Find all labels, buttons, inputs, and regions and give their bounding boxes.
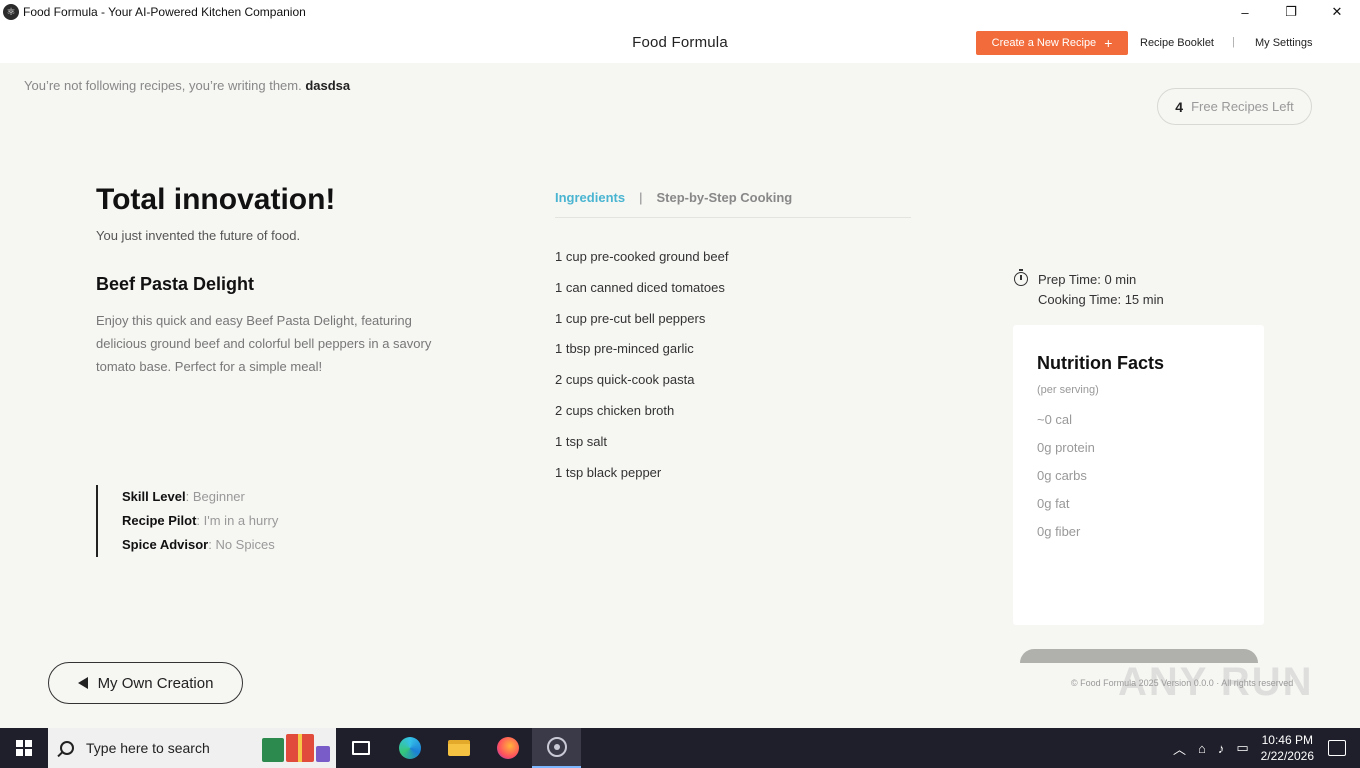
- taskbar-search[interactable]: Type here to search: [48, 728, 336, 768]
- volume-icon[interactable]: ♪: [1218, 741, 1225, 756]
- ingredient-item: 1 cup pre-cut bell peppers: [555, 310, 706, 326]
- taskbar-clock[interactable]: 10:46 PM 2/22/2026: [1261, 732, 1314, 764]
- notification-icon[interactable]: [1328, 740, 1346, 756]
- my-own-creation-button[interactable]: My Own Creation: [48, 662, 243, 704]
- explorer-taskbar-button[interactable]: [434, 728, 483, 768]
- edge-icon: [398, 737, 421, 759]
- ingredient-item: 1 tsp black pepper: [555, 464, 662, 480]
- meta-skill-level: Skill Level: Beginner: [122, 489, 245, 504]
- nav-my-settings[interactable]: My Settings: [1255, 37, 1312, 49]
- nutrition-item: 0g carbs: [1037, 468, 1087, 483]
- nutrition-item: 0g fiber: [1037, 524, 1081, 539]
- recipe-meta: Skill Level: Beginner Recipe Pilot: I'm …: [96, 485, 278, 557]
- back-button-label: My Own Creation: [97, 674, 214, 692]
- tagline: You’re not following recipes, you’re wri…: [24, 78, 350, 93]
- network-icon[interactable]: ⌂: [1198, 741, 1206, 756]
- ingredients-list: 1 cup pre-cooked ground beef 1 can canne…: [555, 247, 728, 493]
- nutrition-item: ~0 cal: [1037, 412, 1073, 427]
- ingredient-item: 2 cups quick-cook pasta: [555, 372, 695, 388]
- ingredient-item: 1 tsp salt: [555, 433, 608, 449]
- tab-ingredients[interactable]: Ingredients: [555, 190, 625, 217]
- result-headline: Total innovation!: [96, 183, 336, 216]
- nav-separator: |: [1232, 36, 1235, 48]
- meta-recipe-pilot: Recipe Pilot: I'm in a hurry: [122, 513, 279, 528]
- nutrition-item: 0g fat: [1037, 496, 1070, 511]
- window-title: Food Formula - Your AI-Powered Kitchen C…: [23, 5, 306, 19]
- display-icon[interactable]: ▭: [1236, 740, 1248, 756]
- clock-date: 2/22/2026: [1260, 749, 1314, 763]
- recipe-tabs: Ingredients | Step-by-Step Cooking: [555, 190, 911, 218]
- result-subheadline: You just invented the future of food.: [96, 228, 301, 243]
- window-titlebar: ⚛ Food Formula - Your AI-Powered Kitchen…: [0, 0, 1360, 24]
- task-view-icon: [351, 741, 370, 755]
- search-icon: [60, 741, 74, 755]
- folder-icon: [447, 740, 470, 756]
- ingredient-item: 1 can canned diced tomatoes: [555, 279, 725, 295]
- edge-taskbar-button[interactable]: [385, 728, 434, 768]
- username: dasdsa: [305, 78, 351, 93]
- windows-taskbar: Type here to search ︿ ⌂ ♪ ▭ 10:46 PM 2/2…: [0, 728, 1360, 768]
- recipe-description: Enjoy this quick and easy Beef Pasta Del…: [96, 313, 432, 374]
- system-tray: ︿ ⌂ ♪ ▭ 10:46 PM 2/22/2026: [1167, 728, 1360, 768]
- minimize-button[interactable]: –: [1222, 0, 1268, 24]
- tab-step-by-step[interactable]: Step-by-Step Cooking: [656, 190, 792, 217]
- close-button[interactable]: ✕: [1314, 0, 1360, 24]
- create-recipe-button[interactable]: Create a New Recipe +: [976, 31, 1128, 55]
- recipe-name: Beef Pasta Delight: [96, 274, 255, 294]
- electron-app-icon: [546, 737, 567, 757]
- firefox-icon: [496, 737, 519, 759]
- nutrition-card: Nutrition Facts (per serving) ~0 cal 0g …: [1013, 325, 1264, 625]
- create-recipe-label: Create a New Recipe: [991, 37, 1097, 49]
- ingredient-item: 1 tbsp pre-minced garlic: [555, 341, 694, 357]
- ingredient-item: 2 cups chicken broth: [555, 402, 675, 418]
- start-button[interactable]: [0, 728, 48, 768]
- tagline-text: You’re not following recipes, you’re wri…: [24, 78, 302, 93]
- free-recipes-label: Free Recipes Left: [1191, 99, 1294, 114]
- tab-separator: |: [639, 190, 643, 205]
- nutrition-list: ~0 cal 0g protein 0g carbs 0g fat 0g fib…: [1037, 410, 1240, 550]
- free-recipes-badge: 4 Free Recipes Left: [1157, 88, 1312, 125]
- tray-chevron-icon[interactable]: ︿: [1173, 739, 1186, 758]
- maximize-button[interactable]: ❐: [1268, 0, 1314, 24]
- firefox-taskbar-button[interactable]: [483, 728, 532, 768]
- task-view-button[interactable]: [336, 728, 385, 768]
- cooking-times: Prep Time: 0 min Cooking Time: 15 min: [1014, 269, 1164, 310]
- plus-icon: +: [1104, 35, 1113, 51]
- watermark-logo: ANY RUN: [1118, 660, 1314, 704]
- app-icon: ⚛: [3, 4, 19, 20]
- free-recipes-count: 4: [1175, 98, 1184, 115]
- stopwatch-icon: [1014, 269, 1028, 286]
- window-controls: – ❐ ✕: [1222, 0, 1360, 24]
- nav-recipe-booklet[interactable]: Recipe Booklet: [1140, 37, 1214, 49]
- nutrition-item: 0g protein: [1037, 440, 1095, 455]
- meta-spice-advisor: Spice Advisor: No Spices: [122, 537, 275, 552]
- clock-time: 10:46 PM: [1261, 733, 1313, 747]
- nutrition-subtitle: (per serving): [1037, 384, 1099, 396]
- search-placeholder: Type here to search: [86, 740, 210, 756]
- cooking-time: Cooking Time: 15 min: [1038, 292, 1164, 307]
- nutrition-title: Nutrition Facts: [1037, 353, 1165, 373]
- app-header: Food Formula Create a New Recipe + Recip…: [0, 24, 1360, 63]
- left-triangle-icon: [77, 677, 88, 689]
- windows-logo-icon: [16, 740, 32, 756]
- gift-icon: [262, 734, 332, 762]
- prep-time: Prep Time: 0 min: [1038, 272, 1137, 287]
- ingredient-item: 1 cup pre-cooked ground beef: [555, 249, 729, 264]
- food-formula-taskbar-button[interactable]: [532, 728, 581, 768]
